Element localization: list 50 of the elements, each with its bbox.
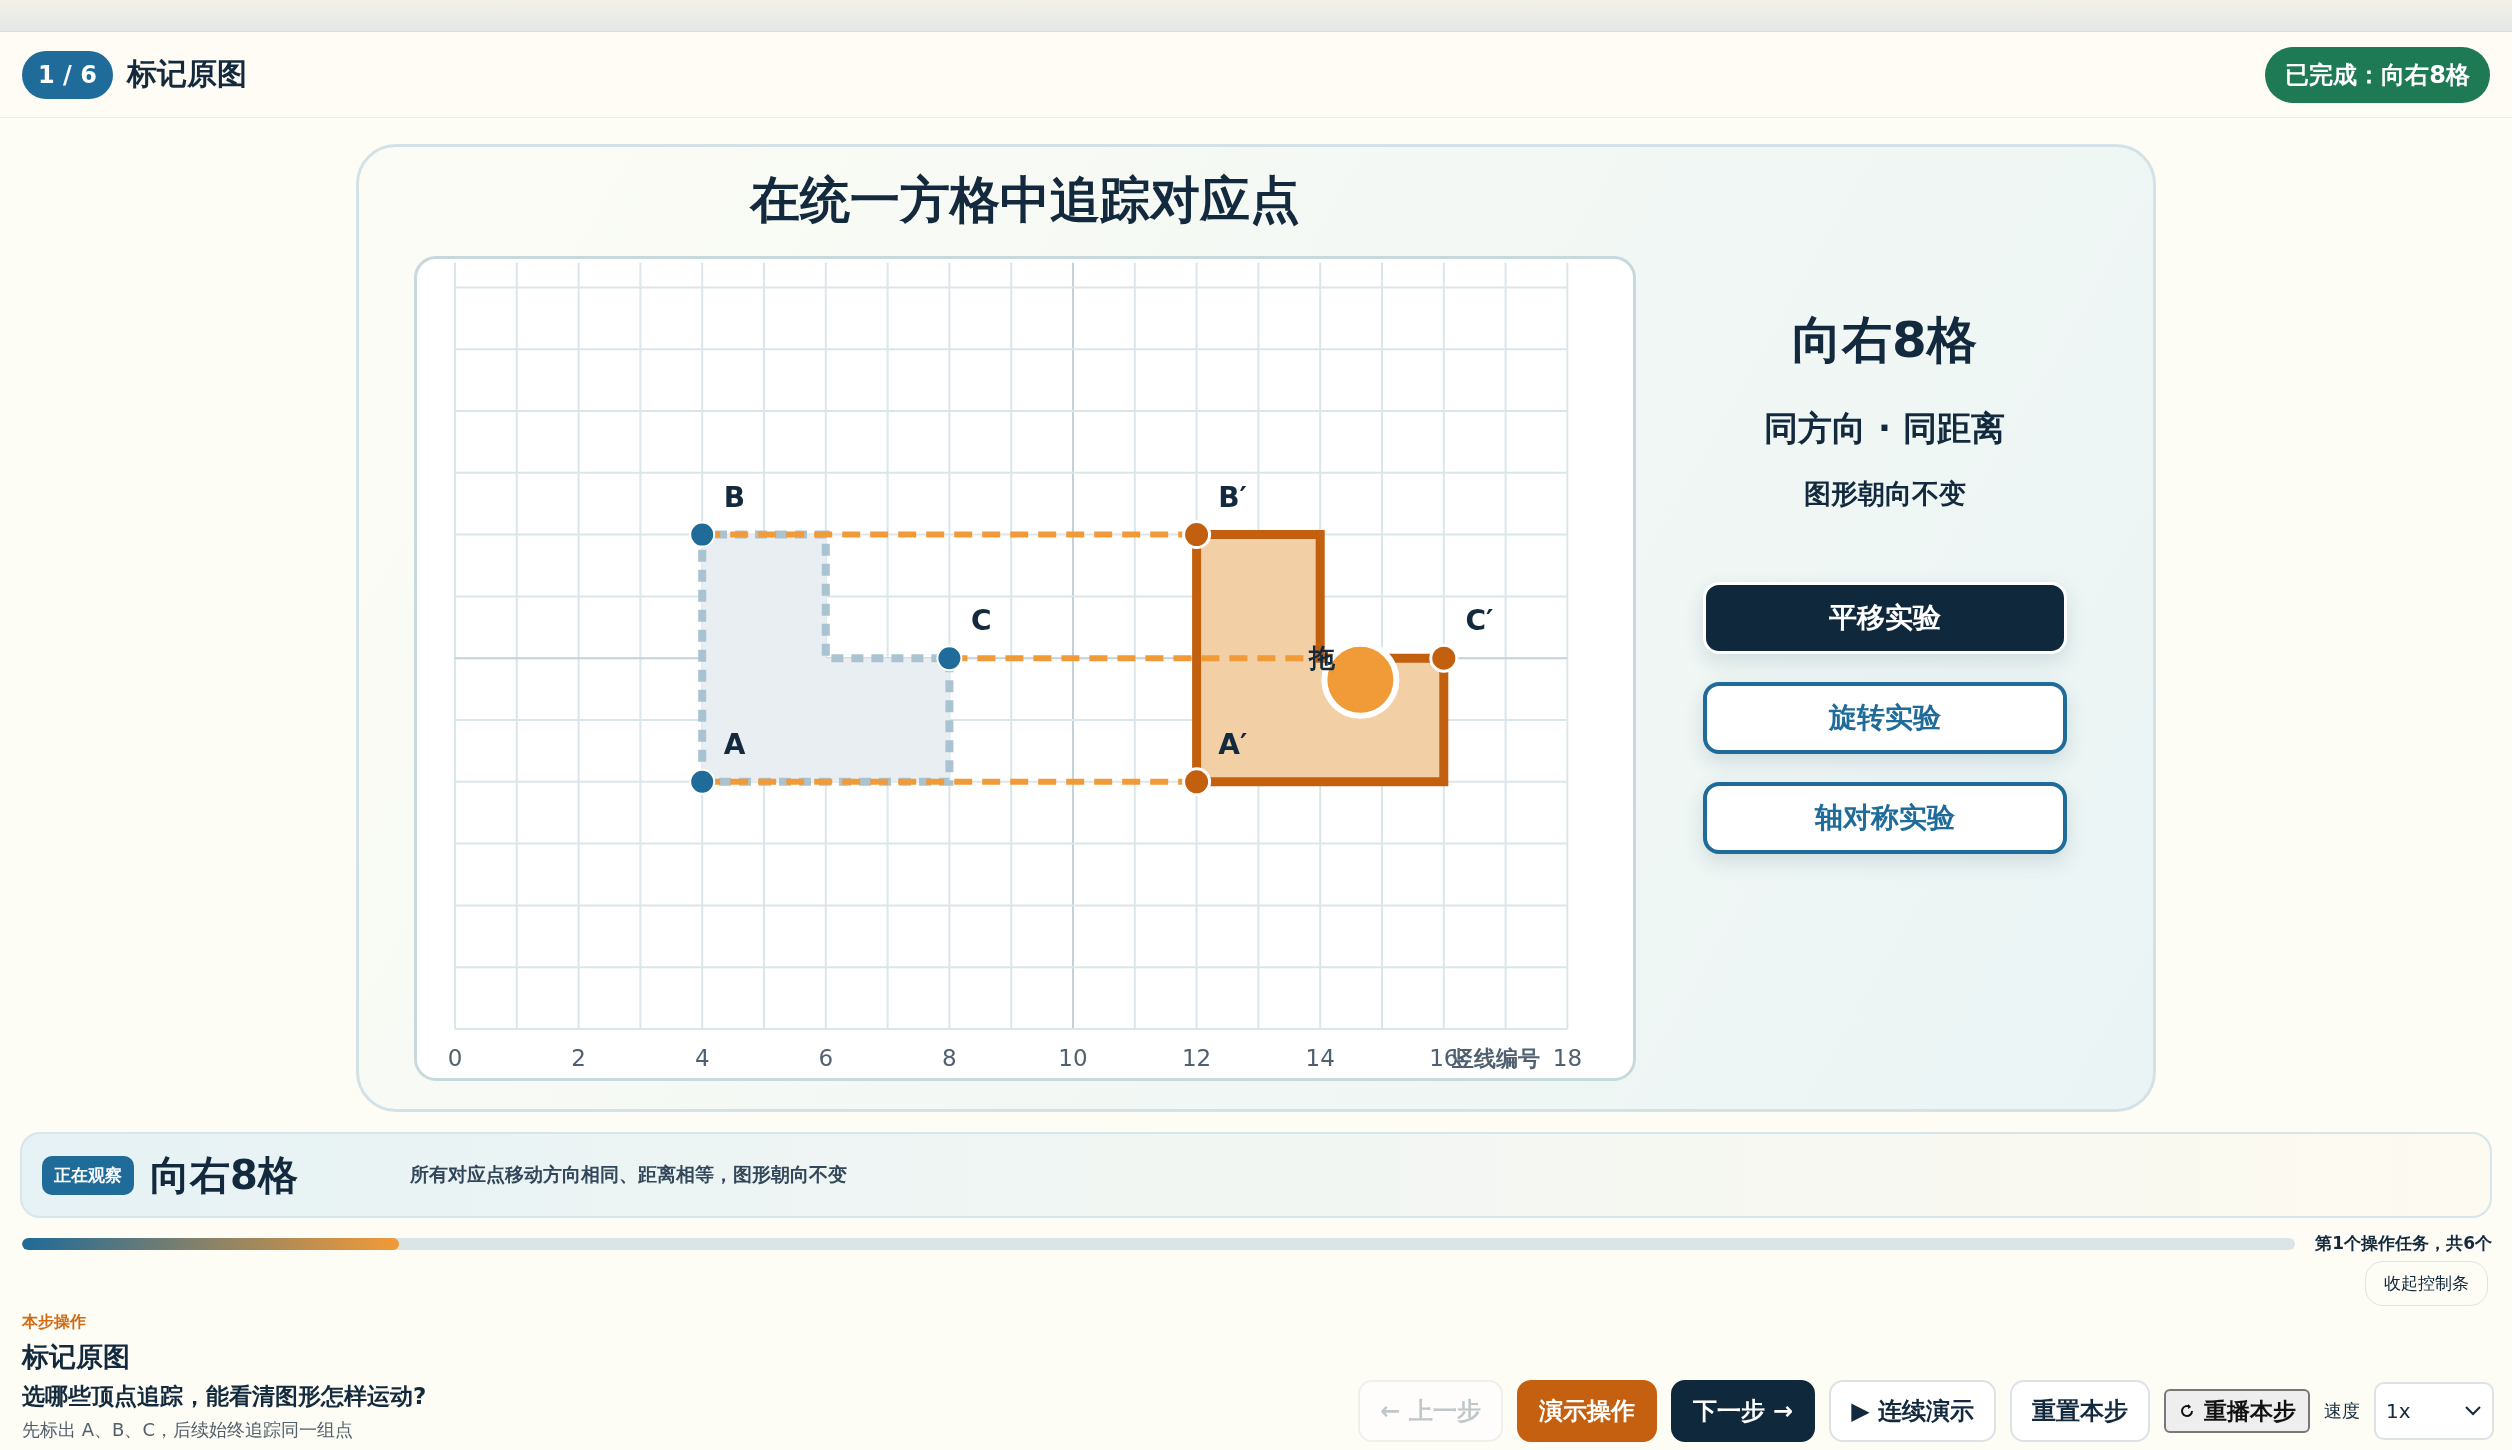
tick-label: 4	[694, 1045, 710, 1071]
control-button[interactable]: 演示操作	[1516, 1380, 1657, 1442]
replay-icon	[2178, 1402, 2196, 1420]
speed-select[interactable]: 1x	[2374, 1382, 2494, 1440]
step-eyebrow: 本步操作	[22, 1312, 87, 1333]
step-panel-title: 标记原图	[22, 1340, 131, 1374]
tick-label: 10	[1058, 1045, 1088, 1071]
tick-label: 18	[1552, 1045, 1583, 1071]
summary-headline: 向右8格	[1792, 310, 1977, 371]
vertex-point[interactable]	[1429, 643, 1459, 673]
progress-caption: 第1个操作任务，共6个	[2315, 1232, 2492, 1255]
tick-label: 12	[1181, 1045, 1212, 1071]
point-label: A′	[1218, 728, 1248, 761]
vertex-point[interactable]	[936, 645, 963, 672]
observation-description: 所有对应点移动方向相同、距离相等，图形朝向不变	[410, 1162, 847, 1187]
tick-label: 2	[571, 1045, 586, 1071]
mode-button[interactable]: 平移实验	[1702, 582, 2067, 654]
point-label: C	[971, 604, 992, 638]
point-label: B	[723, 480, 746, 514]
step-title: 标记原图	[126, 55, 247, 93]
vertex-point[interactable]	[689, 768, 716, 795]
summary-subtitle: 同方向 · 同距离	[1764, 407, 2005, 450]
point-label: B′	[1218, 480, 1247, 514]
control-button[interactable]: 下一步 →	[1670, 1380, 1816, 1442]
vertex-point[interactable]	[1182, 767, 1212, 797]
collapse-button[interactable]: 收起控制条	[2365, 1261, 2488, 1306]
mode-button[interactable]: 轴对称实验	[1702, 782, 2067, 854]
step-badge: 1 / 6	[22, 50, 113, 99]
control-button[interactable]: 重播本步	[2164, 1389, 2310, 1433]
vertex-point[interactable]	[689, 521, 716, 548]
chevron-icon	[2464, 1405, 2482, 1417]
speed-label: 速度	[2324, 1399, 2360, 1423]
point-label: A	[723, 728, 746, 761]
tick-label: 6	[818, 1045, 834, 1071]
step-hint: 先标出 A、B、C，后续始终追踪同一组点	[22, 1418, 354, 1442]
point-label: C′	[1465, 604, 1494, 638]
experiment-title: 在统一方格中追踪对应点	[750, 170, 1300, 231]
control-button[interactable]: ▶ 连续演示	[1829, 1380, 1996, 1442]
tick-label: 0	[447, 1045, 463, 1071]
tick-label: 14	[1305, 1045, 1335, 1071]
observation-badge: 正在观察	[42, 1155, 134, 1195]
drag-label: 拖	[1309, 643, 1336, 674]
summary-note: 图形朝向不变	[1803, 477, 1966, 511]
mode-button[interactable]: 旋转实验	[1702, 682, 2067, 754]
observation-title: 向右8格	[150, 1150, 299, 1200]
vertex-point[interactable]	[1182, 520, 1212, 550]
status-badge: 已完成：向右8格	[2265, 46, 2490, 103]
step-question: 选哪些顶点追踪，能看清图形怎样运动?	[22, 1382, 427, 1411]
tick-label: 8	[942, 1045, 957, 1071]
control-button[interactable]: 重置本步	[2010, 1380, 2150, 1442]
